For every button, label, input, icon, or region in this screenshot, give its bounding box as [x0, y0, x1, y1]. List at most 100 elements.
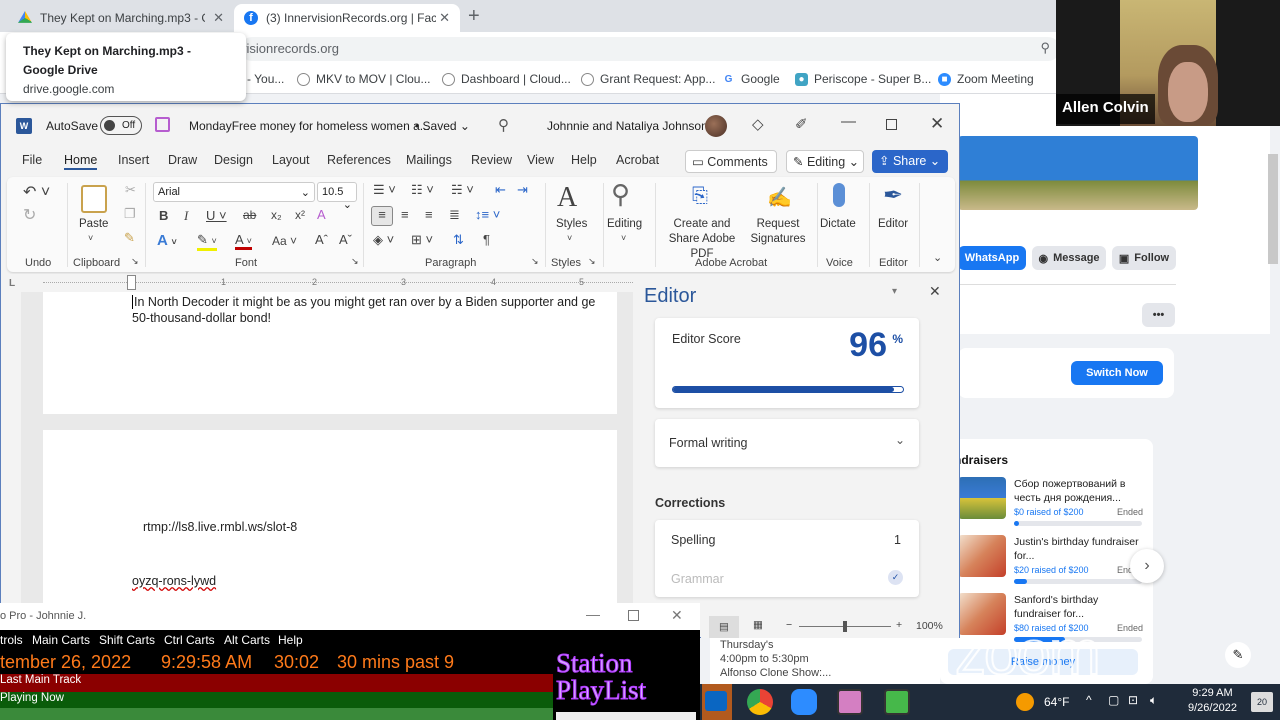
zoom-slider[interactable]: [799, 621, 891, 632]
network-icon[interactable]: ⊡: [1128, 693, 1138, 707]
shrink-font-button[interactable]: Aˇ: [339, 232, 352, 247]
fundraiser-title[interactable]: Сбор пожертвований в честь дня рождения.…: [1014, 477, 1142, 505]
editor-score-card[interactable]: Editor Score 96 %: [655, 318, 919, 408]
subscript-button[interactable]: x₂: [271, 208, 282, 222]
weather-temp[interactable]: 64°F: [1044, 695, 1069, 709]
collapse-ribbon-icon[interactable]: ⌄: [933, 251, 942, 264]
next-arrow-button[interactable]: ›: [1130, 549, 1164, 583]
search-icon[interactable]: ⚲: [498, 116, 509, 134]
show-formatting-button[interactable]: ¶: [483, 232, 490, 247]
decrease-indent-button[interactable]: ⇤: [495, 182, 506, 198]
bookmark-mkv-to-mov[interactable]: MKV to MOV | Clou...: [297, 72, 430, 86]
bookmark-dashboard[interactable]: Dashboard | Cloud...: [442, 72, 571, 86]
menu-alt-carts[interactable]: Alt Carts: [224, 633, 270, 647]
bookmark-youtube[interactable]: - You...: [247, 72, 284, 86]
format-painter-icon[interactable]: ✎: [124, 230, 135, 246]
editor-button[interactable]: Editor: [878, 217, 908, 232]
tab-google-drive[interactable]: They Kept on Marching.mp3 - G ✕: [8, 4, 234, 32]
follow-button[interactable]: ▣ Follow: [1112, 246, 1176, 270]
bookmark-periscope[interactable]: ● Periscope - Super B...: [795, 72, 931, 86]
tab-design[interactable]: Design: [214, 153, 253, 167]
font-size-select[interactable]: 10.5 ⌄: [317, 182, 357, 211]
document-text-line[interactable]: 50-thousand-dollar bond!: [132, 311, 271, 325]
sort-button[interactable]: ⇅: [453, 232, 464, 248]
show-hidden-icons[interactable]: ^: [1086, 693, 1092, 707]
taskbar-outlook[interactable]: [702, 684, 732, 720]
tab-selector[interactable]: L: [9, 278, 15, 289]
comments-button[interactable]: ▭ Comments: [685, 150, 777, 173]
bookmark-zoom-meeting[interactable]: ■ Zoom Meeting: [938, 72, 1034, 86]
close-pane-icon[interactable]: ✕: [929, 283, 941, 300]
menu-controls[interactable]: trols: [0, 633, 23, 647]
address-bar[interactable]: visionrecords.org ⚲: [240, 37, 1060, 61]
notification-center[interactable]: 20: [1251, 692, 1273, 712]
paste-icon[interactable]: [81, 185, 107, 213]
taskbar-playlist-2[interactable]: [884, 689, 910, 715]
redo-button[interactable]: ↻: [23, 205, 36, 225]
tab-acrobat[interactable]: Acrobat: [616, 153, 659, 167]
writing-mode-select[interactable]: Formal writing ⌄: [655, 419, 919, 467]
scrollbar-thumb[interactable]: [1268, 154, 1278, 264]
dialog-launcher-icon[interactable]: ↘: [131, 256, 139, 267]
taskbar-playlist-1[interactable]: [837, 689, 863, 715]
pane-options-icon[interactable]: ▾: [892, 286, 897, 297]
print-layout-icon[interactable]: ▤: [709, 616, 739, 638]
tab-home[interactable]: Home: [64, 153, 98, 170]
autosave-toggle[interactable]: Off: [100, 116, 142, 135]
avatar[interactable]: [705, 115, 727, 137]
italic-button[interactable]: I: [184, 208, 188, 224]
fundraiser-title[interactable]: Justin's birthday fundraiser for...: [1014, 535, 1142, 563]
align-center-button[interactable]: ≡: [401, 207, 409, 222]
pen-icon[interactable]: ✐: [795, 115, 808, 133]
text-effects-button[interactable]: A ˅: [157, 232, 177, 249]
tab-file[interactable]: File: [22, 153, 42, 167]
dialog-launcher-icon[interactable]: ↘: [351, 256, 359, 267]
whatsapp-button[interactable]: WhatsApp: [958, 246, 1026, 270]
signature-icon[interactable]: ✍: [767, 185, 792, 210]
misspelled-text[interactable]: oyzq-rons-lywd: [132, 574, 216, 588]
compose-icon[interactable]: ✎: [1225, 642, 1251, 668]
strikethrough-button[interactable]: ab: [243, 208, 256, 222]
increase-indent-button[interactable]: ⇥: [517, 182, 528, 198]
indent-marker[interactable]: [127, 275, 136, 290]
saved-status[interactable]: • Saved ⌄: [415, 119, 470, 133]
switch-now-button[interactable]: Switch Now: [1071, 361, 1163, 385]
tab-review[interactable]: Review: [471, 153, 512, 167]
tab-layout[interactable]: Layout: [272, 153, 310, 167]
menu-help[interactable]: Help: [278, 633, 303, 647]
paste-button[interactable]: Paste: [79, 217, 108, 232]
dialog-launcher-icon[interactable]: ↘: [588, 256, 596, 267]
font-name-select[interactable]: Arial ⌄: [153, 182, 315, 202]
align-right-button[interactable]: ≡: [425, 207, 433, 222]
microphone-icon[interactable]: [833, 183, 845, 207]
create-pdf-button[interactable]: Create and Share Adobe PDF: [659, 217, 745, 262]
tab-insert[interactable]: Insert: [118, 153, 149, 167]
document-text-line[interactable]: In North Decoder it might be as you migh…: [132, 295, 595, 309]
taskbar-zoom[interactable]: [791, 689, 817, 715]
multilevel-list-button[interactable]: ☵ ˅: [451, 182, 474, 198]
volume-icon[interactable]: 🔈︎: [1150, 693, 1157, 708]
styles-icon[interactable]: A: [557, 182, 577, 214]
document-area[interactable]: In North Decoder it might be as you migh…: [1, 292, 633, 638]
system-clock[interactable]: 9:29 AM 9/26/2022: [1188, 686, 1237, 716]
editing-dropdown[interactable]: ˅: [621, 233, 626, 243]
bookmark-grant-request[interactable]: Grant Request: App...: [581, 72, 715, 86]
dictate-button[interactable]: Dictate: [820, 217, 856, 232]
account-name[interactable]: Johnnie and Nataliya Johnson: [547, 119, 708, 133]
maximize-button[interactable]: [886, 119, 897, 130]
tab-mailings[interactable]: Mailings: [406, 153, 452, 167]
align-left-button[interactable]: ≡: [371, 206, 393, 226]
paste-dropdown[interactable]: ˅: [88, 233, 93, 243]
numbering-button[interactable]: ☷ ˅: [411, 182, 434, 198]
minimize-button[interactable]: —: [586, 606, 600, 622]
share-button[interactable]: ⇪ Share ⌄: [872, 150, 948, 173]
tab-references[interactable]: References: [327, 153, 391, 167]
grammar-item[interactable]: Grammar: [671, 572, 724, 586]
document-text-line[interactable]: rtmp://ls8.live.rmbl.ws/slot-8: [143, 520, 297, 534]
cut-icon[interactable]: ✂: [125, 182, 136, 198]
tab-help[interactable]: Help: [571, 153, 597, 167]
minimize-button[interactable]: —: [841, 113, 856, 130]
zoom-in-button[interactable]: +: [896, 619, 902, 631]
dialog-launcher-icon[interactable]: ↘: [531, 256, 539, 267]
maximize-button[interactable]: [628, 610, 639, 621]
